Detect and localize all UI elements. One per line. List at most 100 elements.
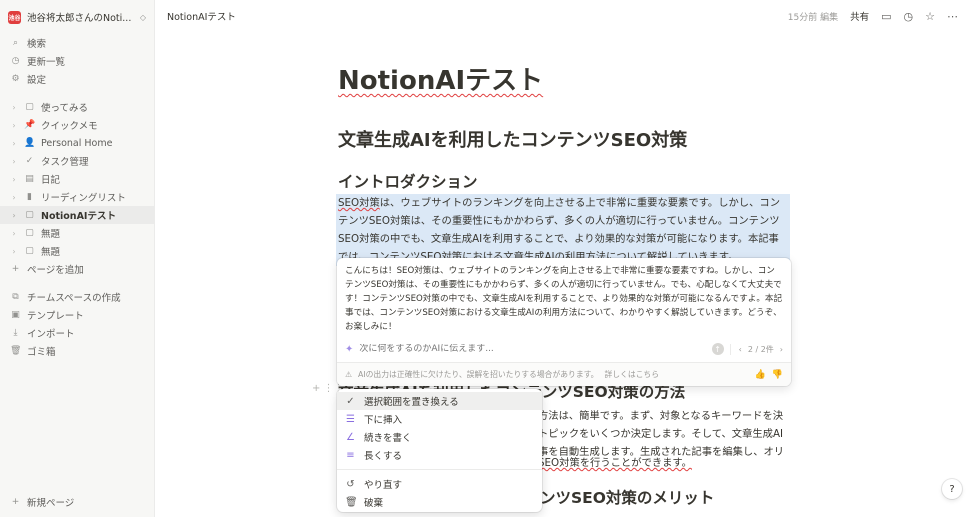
menu-item-label: 下に挿入 <box>364 415 403 426</box>
ai-action-menu: ✓ 選択範囲を置き換える ☰ 下に挿入 ∠ 続きを書く ≡ 長くする ↺ やり直す 🗑 破棄 <box>337 389 542 512</box>
workspace-switcher[interactable]: 池谷 池谷将太郎さんのNoti... ◇ <box>0 0 154 34</box>
sidebar-tool-0[interactable]: ⧉ チームスペースの作成 <box>0 288 154 306</box>
sidebar-nav-1[interactable]: ◷ 更新一覧 <box>0 52 154 70</box>
nav-item-label: タスク管理 <box>41 157 89 168</box>
page-icon: 👤 <box>24 138 36 148</box>
chevron-right-icon[interactable]: › <box>10 103 18 112</box>
chevron-right-icon[interactable]: › <box>10 157 18 166</box>
page-icon: ▢ <box>25 210 34 220</box>
breadcrumb[interactable]: NotionAIテスト <box>167 9 236 23</box>
text-line: SEO対策を行うことができます。 <box>538 454 692 469</box>
more-icon[interactable]: ⋯ <box>947 10 958 23</box>
sidebar-tool-2[interactable]: ⤓ インポート <box>0 324 154 342</box>
page-icon: ✓ <box>25 156 34 166</box>
menu-divider <box>337 469 542 470</box>
chevron-right-icon[interactable]: › <box>10 139 18 148</box>
selected-paragraph[interactable]: SEO対策は、ウェブサイトのランキングを向上させる上で非常に重要な要素です。しか… <box>336 194 790 266</box>
sidebar-page-2[interactable]: › 👤 Personal Home <box>0 134 154 152</box>
page-icon: ⚙ <box>11 74 20 84</box>
sidebar-nav-0[interactable]: ⌕ 検索 <box>0 34 154 52</box>
nav-item-label: 更新一覧 <box>27 57 66 68</box>
nav-item-label: NotionAIテスト <box>41 211 116 222</box>
learn-more-link[interactable]: 詳しくはこちら <box>604 369 659 380</box>
chevron-right-icon[interactable]: › <box>10 211 18 220</box>
comment-icon[interactable]: ▭ <box>881 10 891 23</box>
chevron-left-icon[interactable]: ‹ <box>739 345 742 354</box>
para-lead: SEO対策 <box>338 197 380 209</box>
menu-item-1[interactable]: ☰ 下に挿入 <box>337 410 542 428</box>
nav-item-label: リーディングリスト <box>41 193 126 204</box>
ai-response-panel: こんにちは！SEO対策は、ウェブサイトのランキングを向上させる上で非常に重要な要… <box>337 258 791 386</box>
menu-item-label: 破棄 <box>364 498 384 509</box>
menu-item-label: 長くする <box>364 451 403 462</box>
nav-item-label: クイックメモ <box>41 121 98 132</box>
menu-item-icon: ∠ <box>346 431 355 443</box>
thumbs-up-icon[interactable]: 👍 <box>755 370 766 380</box>
menu-secondary-0[interactable]: ↺ やり直す <box>337 475 542 493</box>
thumbs-down-icon[interactable]: 👎 <box>772 370 783 380</box>
sidebar-page-3[interactable]: › ✓ タスク管理 <box>0 152 154 170</box>
menu-item-icon: ≡ <box>346 449 355 461</box>
menu-item-label: やり直す <box>364 480 403 491</box>
sidebar-page-8[interactable]: › ▢ 無題 <box>0 242 154 260</box>
chevron-right-icon[interactable]: › <box>10 193 18 202</box>
menu-item-label: 続きを書く <box>364 433 412 444</box>
sidebar-tool-3[interactable]: 🗑 ゴミ箱 <box>0 342 154 360</box>
send-icon[interactable]: ↑ <box>711 343 724 355</box>
heading-intro[interactable]: イントロダクション <box>338 170 478 192</box>
sidebar-page-0[interactable]: › ▢ 使ってみる <box>0 98 154 116</box>
page-icon: ◷ <box>11 56 20 66</box>
heading-1[interactable]: 文章生成AIを利用したコンテンツSEO対策 <box>338 126 687 152</box>
chevron-right-icon[interactable]: › <box>10 121 18 130</box>
history-icon[interactable]: ◷ <box>904 10 914 23</box>
sidebar-page-5[interactable]: › ▮ リーディングリスト <box>0 188 154 206</box>
menu-secondary-1[interactable]: 🗑 破棄 <box>337 493 542 511</box>
nav-item-label: 無題 <box>41 229 61 240</box>
nav-item-label: 日記 <box>41 175 61 186</box>
page-title[interactable]: NotionAIテスト <box>338 60 790 100</box>
sidebar-page-4[interactable]: › ▤ 日記 <box>0 170 154 188</box>
add-page-button[interactable]: + ページを追加 <box>0 260 154 278</box>
page-icon: ▢ <box>25 246 34 256</box>
sparkle-icon: ✦ <box>345 343 354 355</box>
sidebar-page-1[interactable]: › 📌 クイックメモ <box>0 116 154 134</box>
add-page-label: ページを追加 <box>27 265 84 276</box>
share-button[interactable]: 共有 <box>850 9 869 23</box>
heading-merit[interactable]: ンツSEO対策のメリット <box>540 486 714 508</box>
workspace-name: 池谷将太郎さんのNoti... <box>27 13 132 24</box>
page-icon: ▮ <box>27 192 32 202</box>
sidebar-nav-2[interactable]: ⚙ 設定 <box>0 70 154 88</box>
sidebar-page-7[interactable]: › ▢ 無題 <box>0 224 154 242</box>
menu-item-icon: ✓ <box>346 395 355 407</box>
chevron-updown-icon[interactable]: ◇ <box>140 13 146 22</box>
chevron-right-icon[interactable]: › <box>10 229 18 238</box>
menu-item-label: 選択範囲を置き換える <box>364 397 459 408</box>
page-icon: ⌕ <box>12 38 19 48</box>
menu-item-2[interactable]: ∠ 続きを書く <box>337 428 542 446</box>
chevron-right-icon[interactable]: › <box>780 345 783 354</box>
page-icon: ⧉ <box>12 292 19 302</box>
ai-response-text: こんにちは！SEO対策は、ウェブサイトのランキングを向上させる上で非常に重要な要… <box>345 266 783 332</box>
ai-prompt-input[interactable] <box>359 344 706 354</box>
new-page-button[interactable]: + 新規ページ <box>0 493 154 511</box>
text-line-underlined: SEO対策を行うことができます。 <box>538 457 692 469</box>
menu-item-3[interactable]: ≡ 長くする <box>337 446 542 464</box>
new-page-label: 新規ページ <box>27 498 75 509</box>
help-button[interactable]: ? <box>942 479 962 499</box>
sidebar-page-6[interactable]: › ▢ NotionAIテスト <box>0 206 154 224</box>
nav-item-label: Personal Home <box>41 137 113 149</box>
warning-icon: ⚠ <box>345 370 352 379</box>
star-icon[interactable]: ☆ <box>925 10 935 23</box>
chevron-right-icon[interactable]: › <box>10 247 18 256</box>
ai-footer: ⚠ AIの出力は正確性に欠けたり、誤解を招いたりする場合があります。 詳しくはこ… <box>337 362 791 386</box>
page-content: NotionAIテスト 文章生成AIを利用したコンテンツSEO対策 イントロダク… <box>336 60 790 266</box>
text-line: 方法は、簡単です。まず、対象となるキーワードを決 <box>538 410 784 422</box>
chevron-right-icon[interactable]: › <box>10 175 18 184</box>
sidebar-tool-1[interactable]: ▣ テンプレート <box>0 306 154 324</box>
nav-item-label: 使ってみる <box>41 103 89 114</box>
page-icon: ▢ <box>25 102 34 112</box>
menu-item-0[interactable]: ✓ 選択範囲を置き換える <box>337 392 542 410</box>
para-text: は、ウェブサイトのランキングを向上させる上で非常に重要な要素です。しかし、コンテ… <box>338 197 780 263</box>
nav-item-label: ゴミ箱 <box>27 347 56 358</box>
nav-item-label: チームスペースの作成 <box>27 293 121 304</box>
